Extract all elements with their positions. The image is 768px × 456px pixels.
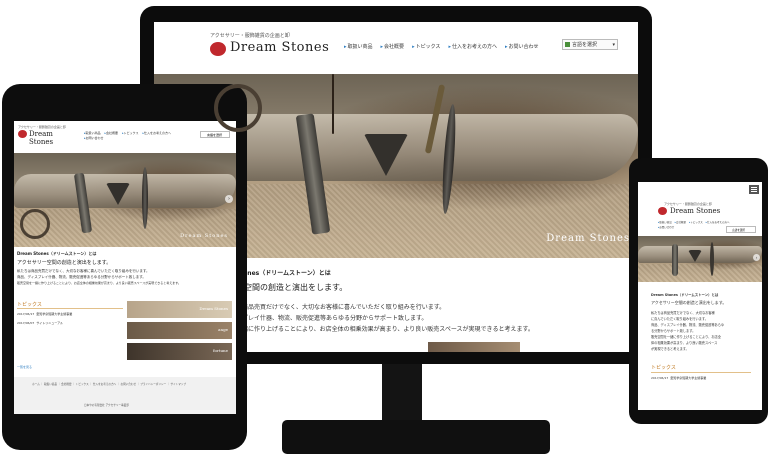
intro-line: 商品、ディスプレイ什器、物流、販売促進等あらゆる分野からサポート致します。 bbox=[17, 275, 146, 279]
intro-line: る分野からサポート致します。 bbox=[651, 329, 696, 333]
site-logo: Dream Stones bbox=[29, 130, 54, 146]
site-logo-group[interactable]: Dream Stones bbox=[658, 207, 738, 217]
bar-pendant-shape bbox=[295, 113, 331, 235]
slider-next-arrow-icon[interactable]: › bbox=[753, 254, 760, 261]
phone-screen: アクセサリー・服飾雑貨の企画と卸 Dream Stones 取扱い商品 会社概要… bbox=[638, 182, 762, 410]
intro-line: 商品、ディスプレイ什器、物流、販売促進等あらゆ bbox=[651, 323, 725, 327]
topics-heading: トピックス bbox=[17, 302, 42, 308]
intro-line: 販売空間を一緒に作り上げることにより、お店全体の相乗効果が高まり、より良い販売ス… bbox=[17, 281, 181, 285]
intro-line: 私たちは商品売買だけでなく、大切なお客様に喜んでいただく取り組みを行います。 bbox=[17, 269, 150, 273]
nav-item-products[interactable]: 取扱い商品 bbox=[344, 43, 373, 50]
nav-item-products[interactable]: 取扱い商品 bbox=[84, 131, 101, 135]
cross-pendant-shape bbox=[424, 84, 446, 154]
feather-pendant-shape bbox=[710, 242, 714, 276]
nav-item-contact[interactable]: お問い合わせ bbox=[84, 136, 104, 140]
news-item[interactable]: 2017/06/17 愛知学泉短期大学主催事業 bbox=[651, 376, 706, 380]
intro-subtitle: ー空間の創造と演出をします。 bbox=[236, 283, 348, 292]
intro-subtitle: アクセサリー空間の創造と演出をします。 bbox=[651, 300, 727, 305]
news-date: 2017/06/07 bbox=[17, 321, 35, 325]
hamburger-menu-icon[interactable] bbox=[749, 185, 759, 194]
banner-fortune[interactable]: fortune bbox=[127, 343, 232, 360]
dream-stones-logo-icon bbox=[658, 207, 667, 215]
bar-pendant-shape bbox=[672, 244, 678, 276]
slider-next-arrow-icon[interactable]: › bbox=[225, 195, 233, 203]
phone-hero-image bbox=[638, 236, 762, 282]
nav-item-topics[interactable]: トピックス bbox=[122, 131, 139, 135]
nav-item-contact[interactable]: お問い合わせ bbox=[658, 225, 674, 229]
site-tagline: アクセサリー・服飾雑貨の企画と卸 bbox=[664, 202, 712, 206]
banner-dream-stones[interactable]: Dream Stones bbox=[127, 301, 232, 318]
nav-item-wholesale[interactable]: 仕入をお考えの方へ bbox=[448, 43, 497, 50]
feather-pendant-shape bbox=[440, 103, 458, 215]
topics-heading: トピックス bbox=[651, 365, 676, 371]
site-logo[interactable]: Dream Stones bbox=[230, 40, 329, 55]
view-all-link[interactable]: 一覧を見る bbox=[17, 365, 32, 369]
hero-caption: Dream Stones bbox=[180, 233, 228, 239]
site-logo: Dream Stones bbox=[670, 207, 721, 215]
language-select[interactable]: 言語を選択 bbox=[200, 131, 230, 138]
monitor-stand-base bbox=[282, 420, 550, 454]
nav-item-wholesale[interactable]: 仕入をお考えの方へ bbox=[706, 220, 730, 224]
intro-line: 私たちは商品売買だけでなく、大切なお客様 bbox=[651, 311, 715, 315]
news-title: 愛知学泉短期大学主催事業 bbox=[670, 376, 707, 380]
language-select[interactable]: 言語を選択 bbox=[726, 226, 756, 233]
intro-line: は商品売買だけでなく、大切なお客様に喜んでいただく取り組みを行います。 bbox=[236, 304, 446, 311]
monitor-stand-neck bbox=[382, 364, 422, 422]
footer-nav[interactable]: ホーム ｜ 取扱い商品 ｜ 会社概要 ｜ トピックス ｜ 仕入をお考えの方へ ｜… bbox=[32, 382, 186, 386]
tablet-footer: ホーム ｜ 取扱い商品 ｜ 会社概要 ｜ トピックス ｜ 仕入をお考えの方へ ｜… bbox=[14, 377, 236, 414]
nav-item-topics[interactable]: トピックス bbox=[689, 220, 702, 224]
intro-line: イプレイ什器、物流、販売促進等あらゆる分野からサポート致します。 bbox=[236, 315, 428, 322]
dream-stones-logo-icon bbox=[18, 130, 27, 138]
news-title: サイトリニューアル bbox=[36, 321, 64, 325]
desktop-nav: 取扱い商品 会社概要 トピックス 仕入をお考えの方へ お問い合わせ bbox=[344, 43, 539, 50]
triangle-pendant-shape bbox=[364, 134, 408, 176]
nav-item-company[interactable]: 会社概要 bbox=[105, 131, 118, 135]
ring-shape bbox=[214, 84, 262, 132]
site-tagline: アクセサリー・服飾雑貨の企画と卸 bbox=[210, 33, 290, 39]
desktop-header: アクセサリー・服飾雑貨の企画と卸 Dream Stones 取扱い商品 会社概要… bbox=[154, 22, 638, 74]
site-tagline: アクセサリー・服飾雑貨の企画と卸 bbox=[18, 125, 66, 129]
news-item[interactable]: 2017/06/07 サイトリニューアル bbox=[17, 321, 63, 325]
intro-title: Dream Stones（ドリームストーン）とは bbox=[17, 251, 97, 256]
leather-cord-shape bbox=[332, 74, 334, 134]
intro-line: が実現できると考えます。 bbox=[651, 347, 689, 351]
intro-line: に喜んでいただく取り組みを行います。 bbox=[651, 317, 708, 321]
intro-line: 体の相乗効果が高まり、より良い販売スペース bbox=[651, 341, 718, 345]
intro-line: 一緒に作り上げることにより、お店全体の相乗効果が高まり、より良い販売スペースが実… bbox=[236, 326, 534, 333]
feather-pendant-shape bbox=[142, 167, 148, 229]
triangle-pendant-shape bbox=[688, 250, 702, 262]
site-logo-group[interactable]: Dream Stones bbox=[18, 130, 78, 146]
triangle-pendant-shape bbox=[106, 183, 130, 205]
intro-title: Dream Stones（ドリームストーン）とは bbox=[651, 293, 719, 297]
nav-item-company[interactable]: 会社概要 bbox=[675, 220, 686, 224]
tablet-hero-image: Dream Stones bbox=[14, 153, 236, 247]
chevron-down-icon: ▾ bbox=[612, 42, 615, 48]
nav-item-contact[interactable]: お問い合わせ bbox=[505, 43, 538, 50]
news-item[interactable]: 2017/06/17 愛知学泉短期大学主催事業 bbox=[17, 312, 72, 316]
copyright: 日本やの有限会社 アクセサリー事業部 bbox=[84, 404, 129, 407]
intro-subtitle: アクセサリー空間の創造と演出をします。 bbox=[17, 260, 112, 266]
banner-ange[interactable]: ange bbox=[127, 322, 232, 339]
language-select[interactable]: 言語を選択 ▾ bbox=[562, 39, 618, 50]
google-translate-icon bbox=[565, 42, 570, 47]
tablet-screen: アクセサリー・服飾雑貨の企画と卸 Dream Stones 取扱い商品 会社概要… bbox=[14, 121, 236, 414]
intro-line: 販売空間を一緒に作り上げることにより、お店全 bbox=[651, 335, 721, 339]
tablet-nav: 取扱い商品 会社概要 トピックス 仕入をお考えの方へ お問い合わせ bbox=[84, 131, 194, 140]
news-title: 愛知学泉短期大学主催事業 bbox=[36, 312, 73, 316]
ring-shape bbox=[20, 209, 50, 239]
thumbnail-image[interactable] bbox=[428, 342, 520, 352]
news-date: 2017/06/17 bbox=[17, 312, 35, 316]
nav-item-products[interactable]: 取扱い商品 bbox=[658, 220, 672, 224]
dream-stones-logo-icon[interactable] bbox=[210, 42, 226, 56]
nav-item-wholesale[interactable]: 仕入をお考えの方へ bbox=[143, 131, 171, 135]
nav-item-company[interactable]: 会社概要 bbox=[381, 43, 404, 50]
nav-item-topics[interactable]: トピックス bbox=[412, 43, 441, 50]
language-select-label: 言語を選択 bbox=[572, 42, 598, 48]
topics-divider bbox=[17, 308, 123, 309]
intro-title: Stones（ドリームストーン）とは bbox=[236, 270, 331, 277]
news-date: 2017/06/17 bbox=[651, 376, 669, 380]
bar-pendant-shape bbox=[73, 172, 93, 234]
topics-divider bbox=[651, 372, 751, 373]
hero-caption: Dream Stones bbox=[546, 233, 630, 244]
